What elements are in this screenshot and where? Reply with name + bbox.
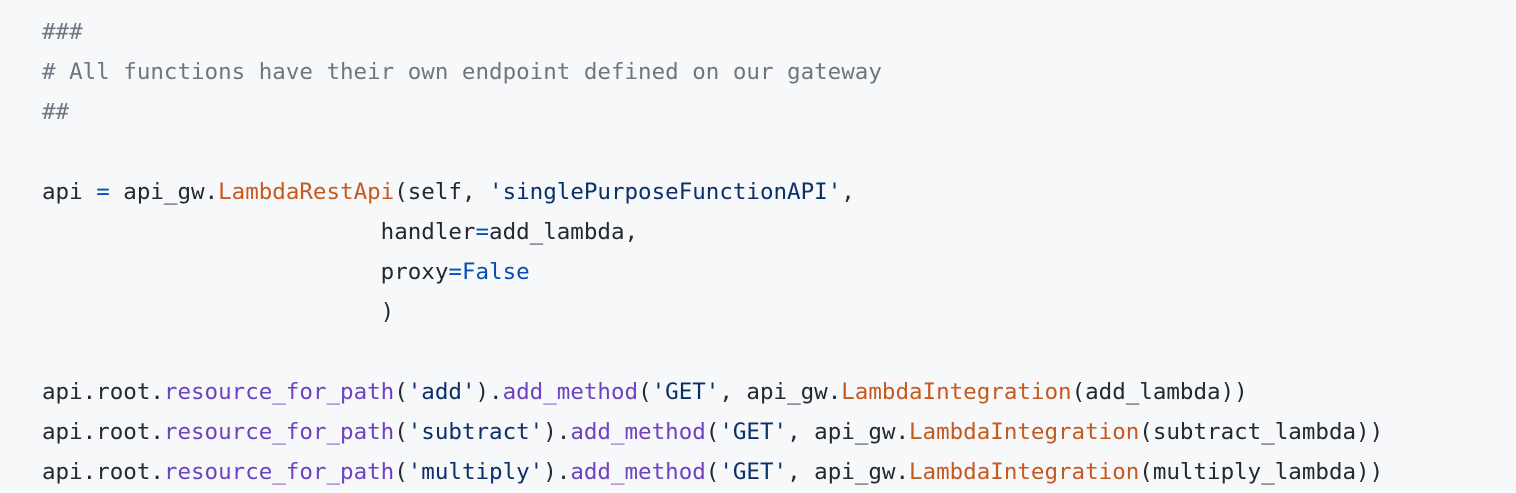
code-token-str: 'GET' — [719, 419, 788, 445]
code-token-plain: , — [841, 179, 855, 205]
code-token-str: 'multiply' — [407, 459, 544, 485]
code-token-str: 'GET' — [719, 459, 788, 485]
code-line: handler=add_lambda, — [42, 212, 1516, 252]
code-token-str: 'GET' — [651, 379, 720, 405]
code-token-func: LambdaRestApi — [218, 179, 395, 205]
code-token-plain: (add_lambda)) — [1071, 379, 1248, 405]
code-token-op: = — [475, 219, 490, 245]
code-line: api.root.resource_for_path('subtract').a… — [42, 412, 1516, 452]
code-token-plain: handler — [42, 219, 476, 245]
code-token-plain: (self, — [394, 179, 490, 205]
code-line: ) — [42, 292, 1516, 332]
code-token-op: = — [96, 179, 110, 205]
code-token-plain: ( — [394, 379, 408, 405]
code-token-plain: add_lambda, — [489, 219, 639, 245]
code-token-op: = — [448, 259, 462, 285]
code-token-plain: api — [42, 179, 97, 205]
code-token-comment: # All functions have their own endpoint … — [42, 59, 882, 85]
code-line: api.root.resource_for_path('multiply').a… — [42, 452, 1516, 492]
code-block: ### # All functions have their own endpo… — [0, 0, 1516, 494]
code-token-plain: ( — [638, 379, 652, 405]
code-token-const: False — [461, 259, 530, 285]
code-token-plain: ). — [475, 379, 503, 405]
code-token-plain: ( — [394, 419, 408, 445]
code-token-func: LambdaIntegration — [841, 379, 1072, 405]
code-token-plain: api.root. — [42, 419, 164, 445]
code-token-comment: ## — [42, 99, 70, 125]
code-line: # All functions have their own endpoint … — [42, 52, 1516, 92]
code-token-plain: ). — [543, 419, 571, 445]
code-token-plain: api.root. — [42, 379, 164, 405]
code-token-plain: (subtract_lambda)) — [1139, 419, 1384, 445]
code-token-method: add_method — [570, 459, 706, 485]
code-token-plain: (multiply_lambda)) — [1139, 459, 1384, 485]
code-token-plain: , api_gw. — [787, 459, 909, 485]
code-token-plain: proxy — [42, 259, 449, 285]
code-token-method: resource_for_path — [163, 379, 395, 405]
code-line: api.root.resource_for_path('add').add_me… — [42, 372, 1516, 412]
code-line: ### — [42, 12, 1516, 52]
code-token-func: LambdaIntegration — [909, 419, 1140, 445]
code-line: ## — [42, 92, 1516, 132]
code-token-str: 'singlePurposeFunctionAPI' — [489, 179, 842, 205]
code-token-method: add_method — [502, 379, 639, 405]
code-token-plain: , api_gw. — [787, 419, 909, 445]
code-token-plain: ( — [705, 459, 720, 485]
code-token-str: 'subtract' — [407, 419, 544, 445]
code-token-plain: ( — [394, 459, 408, 485]
code-line: proxy=False — [42, 252, 1516, 292]
code-token-plain: ) — [42, 299, 395, 325]
code-token-plain: ). — [543, 459, 571, 485]
code-token-func: LambdaIntegration — [909, 459, 1140, 485]
code-line: api = api_gw.LambdaRestApi(self, 'single… — [42, 172, 1516, 212]
code-token-comment: ### — [42, 19, 83, 45]
code-token-plain: api.root. — [42, 459, 164, 485]
code-token-plain: ( — [705, 419, 720, 445]
code-token-str: 'add' — [407, 379, 476, 405]
code-token-plain: api_gw. — [109, 179, 219, 205]
code-token-plain: , api_gw. — [719, 379, 842, 405]
code-token-method: resource_for_path — [163, 459, 395, 485]
code-token-method: resource_for_path — [163, 419, 395, 445]
code-token-method: add_method — [570, 419, 706, 445]
